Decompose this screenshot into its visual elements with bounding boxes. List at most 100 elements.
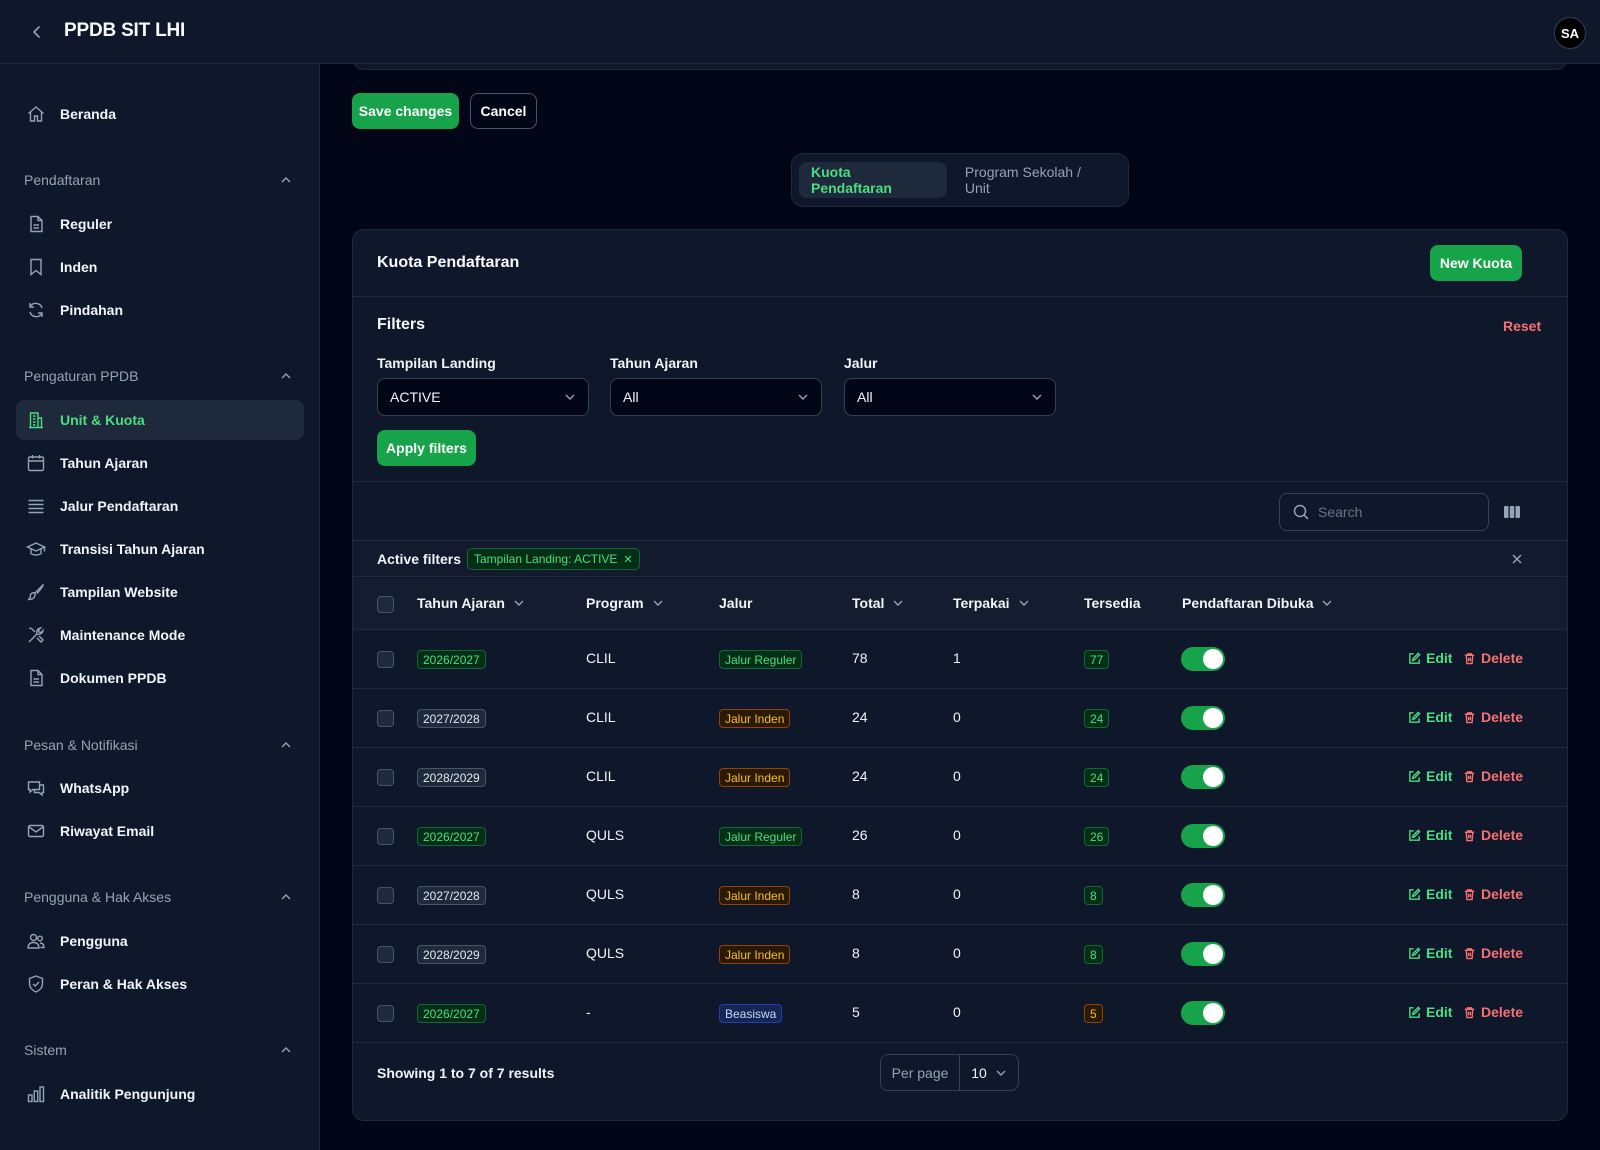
jalur-badge: Beasiswa [719,1004,783,1023]
sidebar-item-analitik-pengunjung[interactable]: Analitik Pengunjung [16,1074,304,1114]
sidebar-group-pengguna-hak-akses[interactable]: Pengguna & Hak Akses [24,885,294,909]
pendaftaran-dibuka-toggle[interactable] [1181,883,1225,907]
tab-program-sekolah-unit[interactable]: Program Sekolah / Unit [953,162,1121,198]
sidebar-item-label: Dokumen PPDB [60,670,167,686]
sidebar-item-pindahan[interactable]: Pindahan [16,290,304,330]
edit-label: Edit [1426,827,1453,843]
sidebar-item-label: Transisi Tahun Ajaran [60,541,205,557]
edit-button[interactable]: Edit [1408,886,1452,902]
edit-button[interactable]: Edit [1408,827,1452,843]
terpakai-cell: 0 [953,886,961,902]
sidebar-item-unit-kuota[interactable]: Unit & Kuota [16,400,304,440]
select-value: ACTIVE [390,389,441,405]
edit-button[interactable]: Edit [1408,1004,1452,1020]
filters-title: Filters [377,316,426,333]
delete-button[interactable]: Delete [1463,945,1523,961]
sidebar-item-tahun-ajaran[interactable]: Tahun Ajaran [16,443,304,483]
pendaftaran-dibuka-toggle[interactable] [1181,942,1225,966]
row-checkbox[interactable] [377,946,394,963]
select-all-checkbox[interactable] [377,596,394,613]
edit-label: Edit [1426,709,1453,725]
delete-button[interactable]: Delete [1463,768,1523,784]
apply-filters-button[interactable]: Apply filters [377,430,476,466]
sidebar-group-pengaturan-ppdb[interactable]: Pengaturan PPDB [24,364,294,388]
sidebar-item-maintenance-mode[interactable]: Maintenance Mode [16,615,304,655]
sidebar-item-label: WhatsApp [60,780,130,796]
edit-label: Edit [1426,945,1453,961]
chevron-up-icon [278,1042,294,1058]
sidebar-item-beranda[interactable]: Beranda [16,94,304,134]
cancel-button[interactable]: Cancel [470,93,537,129]
sidebar-item-whatsapp[interactable]: WhatsApp [16,768,304,808]
active-filters-label: Active filters [377,550,462,567]
sidebar-item-tampilan-website[interactable]: Tampilan Website [16,572,304,612]
column-header-tahun-ajaran[interactable]: Tahun Ajaran [417,595,525,611]
sidebar-item-pengguna[interactable]: Pengguna [16,921,304,961]
per-page-select[interactable]: 10 [960,1065,1018,1081]
column-header-pendaftaran-dibuka[interactable]: Pendaftaran Dibuka [1182,595,1333,611]
row-checkbox[interactable] [377,887,394,904]
jalur-badge: Jalur Inden [719,768,791,787]
row-checkbox[interactable] [377,769,394,786]
trash-icon [1463,829,1476,842]
clear-filters-close-icon[interactable] [1508,550,1526,568]
edit-button[interactable]: Edit [1408,768,1452,784]
pendaftaran-dibuka-toggle[interactable] [1181,824,1225,848]
delete-label: Delete [1481,1004,1524,1020]
new-kuota-button[interactable]: New Kuota [1430,245,1522,281]
tab-kuota-pendaftaran[interactable]: Kuota Pendaftaran [799,162,947,198]
sidebar-item-reguler[interactable]: Reguler [16,204,304,244]
toggle-knob [1203,767,1223,787]
sidebar-item-peran-hak-akses[interactable]: Peran & Hak Akses [16,964,304,1004]
edit-button[interactable]: Edit [1408,945,1452,961]
delete-button[interactable]: Delete [1463,709,1523,725]
users-icon [25,930,47,952]
pendaftaran-dibuka-toggle[interactable] [1181,647,1225,671]
pendaftaran-dibuka-toggle[interactable] [1181,765,1225,789]
sidebar-item-dokumen-ppdb[interactable]: Dokumen PPDB [16,658,304,698]
sidebar-item-label: Jalur Pendaftaran [60,498,179,514]
per-page-label: Per page [881,1055,960,1090]
pendaftaran-dibuka-toggle[interactable] [1181,1001,1225,1025]
pendaftaran-dibuka-toggle[interactable] [1181,706,1225,730]
back-chevron-icon[interactable] [26,21,48,43]
row-checkbox[interactable] [377,1005,394,1022]
save-changes-button[interactable]: Save changes [352,93,459,129]
table-row: 2026/2027 QULS Jalur Reguler 26 0 26 Edit Delet… [353,807,1567,866]
sidebar-item-inden[interactable]: Inden [16,247,304,287]
edit-icon [1408,1005,1421,1019]
column-header-terpakai[interactable]: Terpakai [953,595,1030,611]
sidebar-group-sistem[interactable]: Sistem [24,1038,294,1062]
delete-button[interactable]: Delete [1463,1004,1523,1020]
row-checkbox[interactable] [377,710,394,727]
search-input[interactable] [1318,504,1478,520]
edit-button[interactable]: Edit [1408,650,1452,666]
row-checkbox[interactable] [377,651,394,668]
sidebar-group-pesan-notifikasi[interactable]: Pesan & Notifikasi [24,733,294,757]
delete-button[interactable]: Delete [1463,650,1523,666]
toggle-knob [1203,826,1223,846]
user-avatar[interactable]: SA [1554,17,1586,49]
sidebar-group-pendaftaran[interactable]: Pendaftaran [24,168,294,192]
search-field[interactable] [1279,493,1489,531]
total-cell: 8 [852,886,860,902]
delete-label: Delete [1481,768,1524,784]
edit-button[interactable]: Edit [1408,709,1452,725]
delete-button[interactable]: Delete [1463,827,1523,843]
filter-select-jalur[interactable]: All [844,378,1056,416]
row-checkbox[interactable] [377,828,394,845]
columns-toggle-icon[interactable] [1501,501,1523,523]
column-header-total[interactable]: Total [852,595,904,611]
column-header-program[interactable]: Program [586,595,664,611]
delete-button[interactable]: Delete [1463,886,1523,902]
filter-select-tampilan-landing[interactable]: ACTIVE [377,378,589,416]
delete-label: Delete [1481,886,1524,902]
sidebar-item-transisi-tahun-ajaran[interactable]: Transisi Tahun Ajaran [16,529,304,569]
sidebar-item-riwayat-email[interactable]: Riwayat Email [16,811,304,851]
remove-filter-icon[interactable]: ✕ [623,553,632,566]
reset-filters-link[interactable]: Reset [1503,318,1541,334]
column-header-tersedia: Tersedia [1084,595,1141,611]
sidebar-item-label: Unit & Kuota [60,412,145,428]
sidebar-item-jalur-pendaftaran[interactable]: Jalur Pendaftaran [16,486,304,526]
filter-select-tahun-ajaran[interactable]: All [610,378,822,416]
